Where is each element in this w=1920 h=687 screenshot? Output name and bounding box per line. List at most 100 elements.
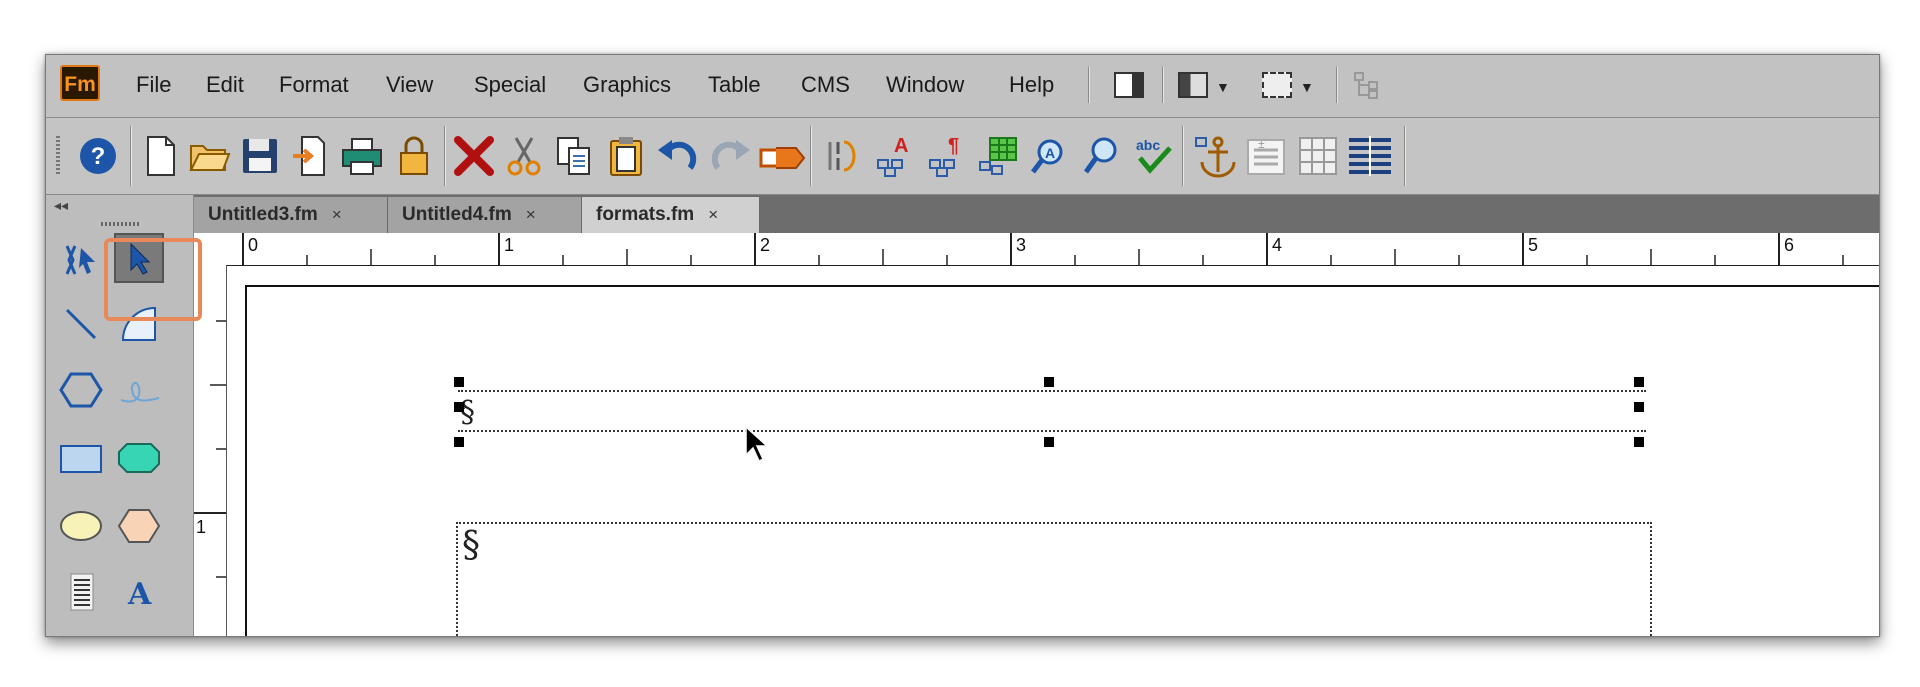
polygon-tool-icon[interactable] [56, 365, 106, 415]
lock-icon[interactable] [390, 132, 438, 180]
close-icon[interactable]: × [332, 205, 342, 225]
menu-edit[interactable]: Edit [206, 72, 244, 98]
menu-view[interactable]: View [386, 72, 433, 98]
menu-cms[interactable]: CMS [801, 72, 850, 98]
resize-handle[interactable] [454, 402, 464, 412]
chevron-down-icon: ▼ [1300, 79, 1314, 95]
ruler-label: 4 [1272, 235, 1283, 255]
polygon-filled-tool-icon[interactable] [114, 501, 164, 551]
redo-arrow-icon[interactable] [758, 132, 806, 180]
help-icon[interactable]: ? [74, 132, 122, 180]
import-icon[interactable] [286, 132, 334, 180]
vertical-ruler: 1 [194, 265, 227, 636]
menu-format[interactable]: Format [279, 72, 349, 98]
save-icon[interactable] [236, 132, 284, 180]
table-grid-icon[interactable] [1294, 132, 1342, 180]
svg-text:?: ? [91, 143, 106, 170]
ruler-ticks [242, 233, 1844, 265]
ruler-ticks [194, 320, 226, 578]
paragraph-format-icon[interactable]: ¶ [922, 132, 970, 180]
paste-icon[interactable] [602, 132, 650, 180]
menu-window[interactable]: Window [886, 72, 964, 98]
framemaker-window: Fm File Edit Format View Special Graphic… [45, 54, 1880, 637]
selected-text-frame[interactable] [458, 390, 1646, 432]
print-icon[interactable] [338, 132, 386, 180]
ruler-label: 1 [196, 517, 207, 537]
main-toolbar: ? A ¶ A abc ± [46, 118, 1879, 195]
close-icon[interactable]: × [708, 205, 718, 225]
ruler-label: 5 [1528, 235, 1539, 255]
chevron-down-icon: ▼ [1216, 79, 1230, 95]
svg-text:abc: abc [1136, 137, 1160, 153]
app-logo: Fm [60, 65, 100, 101]
resize-handle[interactable] [1044, 377, 1054, 387]
oval-tool-icon[interactable] [56, 501, 106, 551]
ruler-label: 0 [248, 235, 259, 255]
ruler-label: 1 [504, 235, 515, 255]
ruler-label: 6 [1784, 235, 1795, 255]
cut-icon[interactable] [500, 132, 548, 180]
tab-label: Untitled4.fm [402, 204, 512, 225]
spell-check-icon[interactable]: abc [1130, 132, 1178, 180]
tab-untitled3[interactable]: Untitled3.fm × [194, 197, 388, 233]
workspace-icon[interactable]: ▼ [1178, 69, 1238, 101]
menu-table[interactable]: Table [708, 72, 761, 98]
menu-special[interactable]: Special [474, 72, 546, 98]
section-mark: § [460, 395, 475, 430]
copy-icon[interactable] [550, 132, 598, 180]
text-column-tool-icon[interactable] [56, 567, 106, 617]
text-flow-icon[interactable] [1346, 132, 1394, 180]
table-insert-icon[interactable] [974, 132, 1022, 180]
character-format-icon[interactable]: A [870, 132, 918, 180]
document-canvas[interactable]: § § [227, 266, 1879, 636]
delete-icon[interactable] [450, 132, 498, 180]
toolbar-grip[interactable] [56, 136, 60, 176]
smart-select-tool-icon[interactable] [56, 235, 106, 285]
menubar-separator [1088, 67, 1090, 103]
panel-layout-icon[interactable] [1114, 69, 1148, 101]
rounded-rectangle-tool-icon[interactable] [114, 433, 164, 483]
tab-formats[interactable]: formats.fm × [582, 197, 760, 233]
undo-icon[interactable] [654, 132, 702, 180]
zoom-icon[interactable] [1078, 132, 1126, 180]
document-tabs: Untitled3.fm × Untitled4.fm × formats.fm… [194, 195, 1879, 233]
menu-file[interactable]: File [136, 72, 171, 98]
rectangle-tool-icon[interactable] [56, 433, 106, 483]
svg-text:A: A [894, 135, 908, 157]
ruler-label: 2 [760, 235, 771, 255]
tool-highlight-callout [104, 238, 202, 321]
collapse-panel-icon[interactable]: ◂◂ [54, 197, 68, 214]
open-folder-icon[interactable] [186, 132, 234, 180]
tab-untitled4[interactable]: Untitled4.fm × [388, 197, 582, 233]
tab-label: Untitled3.fm [208, 204, 318, 225]
section-mark: § [462, 525, 480, 566]
resize-handle[interactable] [1634, 377, 1644, 387]
svg-text:¶: ¶ [948, 135, 959, 157]
svg-text:A: A [127, 577, 152, 612]
resize-handle[interactable] [1634, 402, 1644, 412]
resize-handle[interactable] [454, 377, 464, 387]
panel-grip[interactable] [101, 222, 141, 226]
menu-graphics[interactable]: Graphics [583, 72, 671, 98]
line-tool-icon[interactable] [56, 299, 106, 349]
mouse-cursor-icon [745, 425, 769, 463]
menu-help[interactable]: Help [1009, 72, 1054, 98]
screen-mode-icon[interactable]: ▼ [1262, 69, 1322, 101]
svg-text:±: ± [1258, 137, 1265, 151]
page[interactable]: § § [245, 285, 1879, 636]
menubar-separator [1162, 67, 1164, 103]
hyphenation-icon[interactable] [818, 132, 866, 180]
close-icon[interactable]: × [526, 205, 536, 225]
resize-handle[interactable] [1044, 437, 1054, 447]
resize-handle[interactable] [1634, 437, 1644, 447]
text-frame[interactable] [456, 522, 1652, 636]
text-line-tool-icon[interactable]: A [114, 567, 164, 617]
structure-view-icon[interactable] [1352, 69, 1382, 101]
new-document-icon[interactable] [136, 132, 184, 180]
anchor-icon[interactable] [1190, 132, 1238, 180]
redo-icon[interactable] [706, 132, 754, 180]
insert-field-icon[interactable]: ± [1242, 132, 1290, 180]
find-icon[interactable]: A [1026, 132, 1074, 180]
resize-handle[interactable] [454, 437, 464, 447]
freehand-tool-icon[interactable] [114, 365, 164, 415]
